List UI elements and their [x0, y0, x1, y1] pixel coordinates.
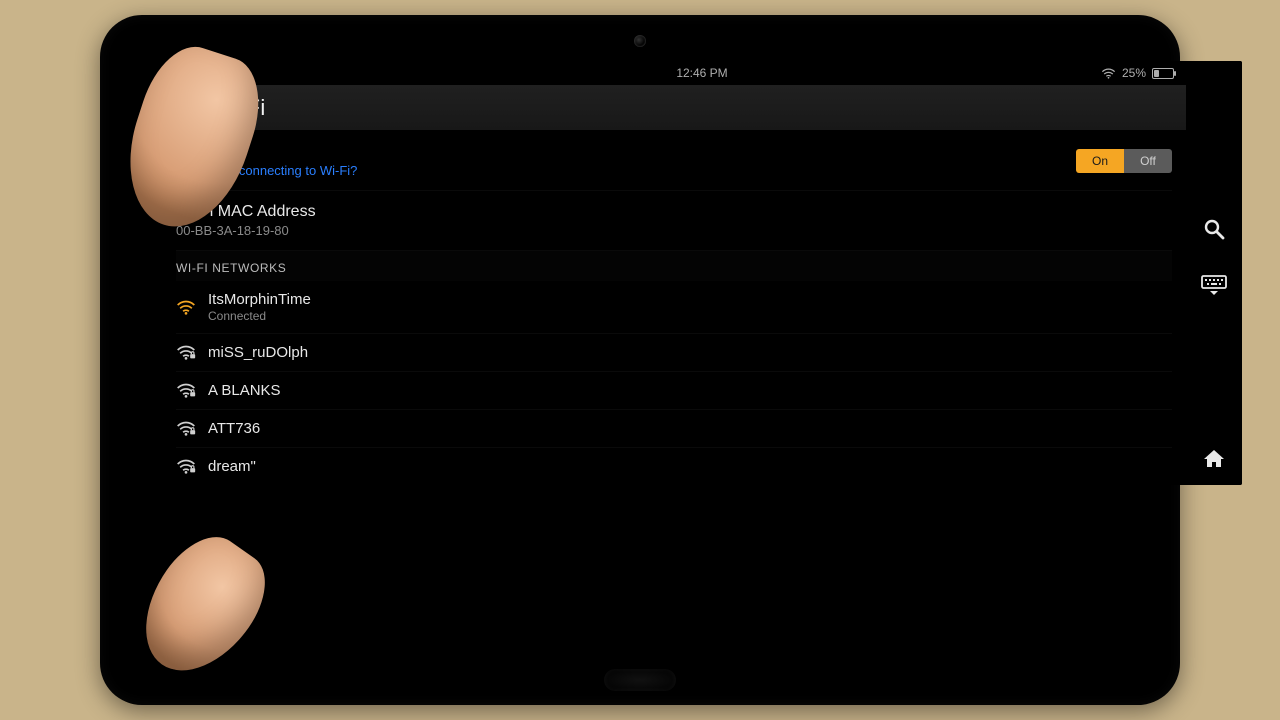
wifi-lock-icon	[176, 459, 196, 474]
wifi-toggle-on[interactable]: On	[1076, 149, 1124, 173]
wifi-toggle[interactable]: On Off	[1076, 149, 1172, 173]
network-row[interactable]: ItsMorphinTime Connected	[176, 281, 1172, 333]
wifi-lock-icon	[176, 421, 196, 436]
network-name: ItsMorphinTime	[208, 291, 311, 308]
page-title: Wi-Fi	[212, 95, 266, 121]
network-name: ATT736	[208, 420, 260, 437]
network-name: dream"	[208, 458, 256, 475]
front-camera	[634, 35, 646, 47]
mac-address-value: 00-BB-3A-18-19-80	[176, 223, 1172, 238]
network-status: Connected	[208, 309, 311, 323]
clock: 12:46 PM	[676, 66, 727, 80]
mac-address-row: Wi-Fi MAC Address 00-BB-3A-18-19-80	[176, 191, 1172, 250]
hand-overlay	[106, 493, 326, 713]
network-name: miSS_ruDOlph	[208, 344, 308, 361]
search-icon[interactable]	[1202, 217, 1226, 241]
keyboard-icon[interactable]	[1201, 275, 1227, 297]
back-icon[interactable]	[176, 97, 198, 119]
network-list: ItsMorphinTime Connected miSS_ruDOlph	[176, 281, 1172, 485]
networks-section-header: WI-FI NETWORKS	[176, 251, 1172, 281]
wifi-label: Wi-Fi	[176, 143, 357, 161]
wifi-toggle-off[interactable]: Off	[1124, 149, 1172, 173]
network-row[interactable]: miSS_ruDOlph	[176, 333, 1172, 371]
nav-rail	[1186, 61, 1242, 485]
tablet-frame: e's 3rd Kindle 12:46 PM 25% Wi-Fi	[100, 15, 1180, 705]
device-name: e's 3rd Kindle	[174, 66, 246, 80]
network-name: A BLANKS	[208, 382, 281, 399]
page-header: Wi-Fi	[162, 85, 1186, 131]
wifi-status-icon	[1101, 68, 1116, 79]
wifi-icon	[176, 300, 196, 315]
wifi-lock-icon	[176, 345, 196, 360]
network-row[interactable]: dream"	[176, 447, 1172, 485]
mac-address-label: Wi-Fi MAC Address	[176, 203, 1172, 221]
network-row[interactable]: A BLANKS	[176, 371, 1172, 409]
wifi-toggle-row: Wi-Fi Need help connecting to Wi-Fi? On …	[176, 131, 1172, 190]
home-button[interactable]	[604, 669, 676, 691]
wifi-help-link[interactable]: Need help connecting to Wi-Fi?	[176, 163, 357, 178]
wifi-lock-icon	[176, 383, 196, 398]
battery-percent: 25%	[1122, 66, 1146, 80]
battery-icon	[1152, 68, 1174, 79]
screen: e's 3rd Kindle 12:46 PM 25% Wi-Fi	[162, 61, 1242, 485]
network-row[interactable]: ATT736	[176, 409, 1172, 447]
home-icon[interactable]	[1202, 447, 1226, 471]
status-bar: e's 3rd Kindle 12:46 PM 25%	[162, 61, 1186, 85]
